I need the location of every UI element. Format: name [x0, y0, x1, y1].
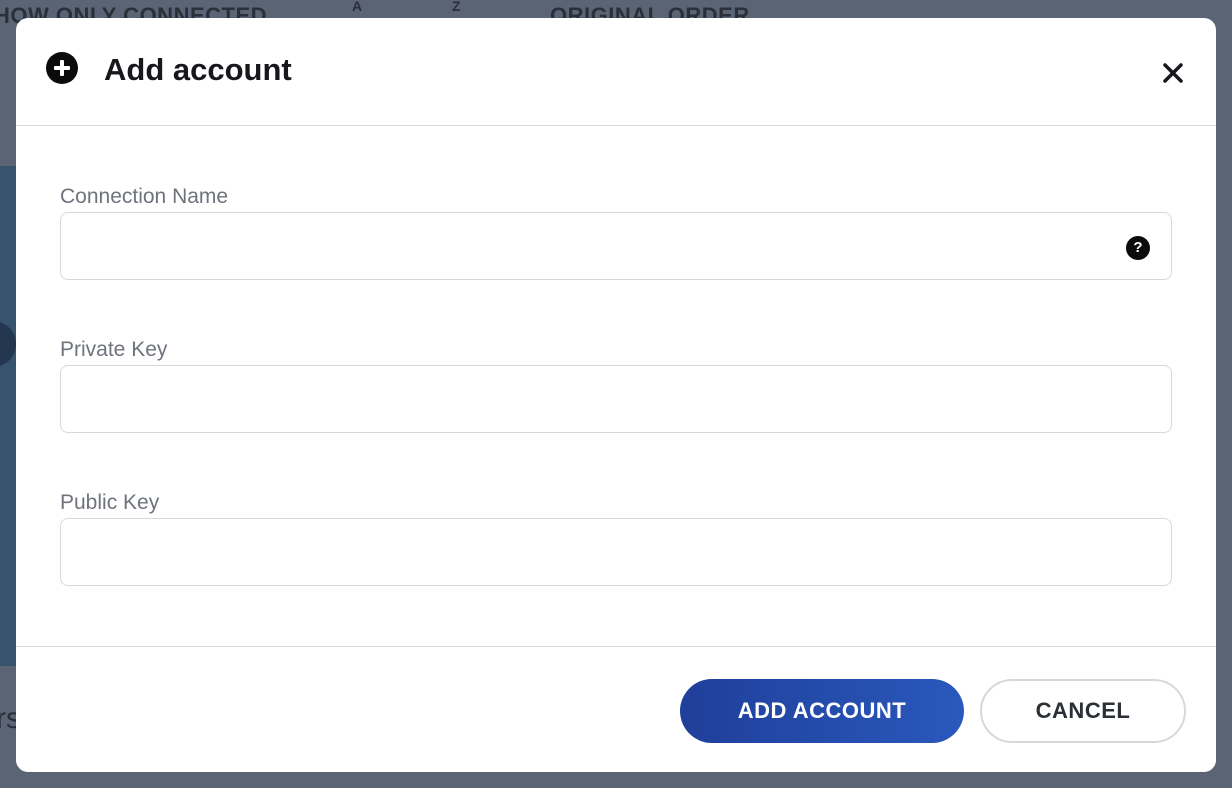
private-key-input[interactable]	[60, 365, 1172, 433]
background-card	[0, 166, 16, 666]
public-key-input[interactable]	[60, 518, 1172, 586]
modal-header: Add account	[16, 18, 1216, 126]
add-account-modal: Add account Connection Name ? Private Ke…	[16, 18, 1216, 772]
sort-az-icon: A	[352, 0, 363, 14]
help-icon[interactable]: ?	[1126, 236, 1150, 260]
connection-name-input[interactable]	[60, 212, 1172, 280]
modal-body: Connection Name ? Private Key Public Key	[16, 127, 1216, 646]
close-icon	[1163, 63, 1183, 83]
plus-circle-icon	[46, 52, 78, 84]
public-key-label: Public Key	[60, 491, 160, 514]
connection-name-label: Connection Name	[60, 185, 229, 208]
modal-title: Add account	[104, 52, 292, 87]
modal-footer: ADD ACCOUNT CANCEL	[16, 646, 1216, 772]
add-account-button[interactable]: ADD ACCOUNT	[680, 679, 964, 743]
background-avatar	[0, 321, 16, 367]
sort-za-icon: Z	[452, 0, 462, 14]
private-key-label: Private Key	[60, 338, 168, 361]
cancel-button[interactable]: CANCEL	[980, 679, 1186, 743]
close-button[interactable]	[1156, 56, 1190, 90]
